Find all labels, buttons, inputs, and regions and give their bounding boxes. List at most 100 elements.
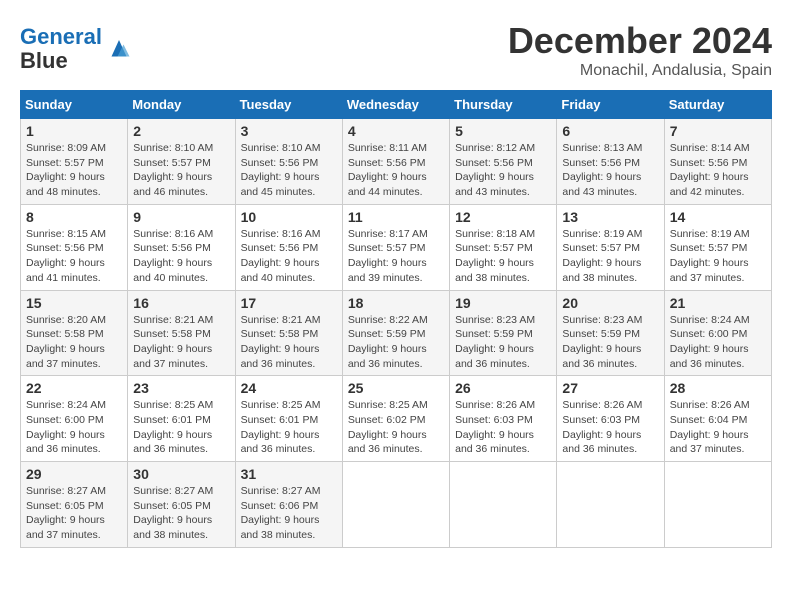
day-detail: Sunrise: 8:26 AMSunset: 6:04 PMDaylight:… (670, 399, 750, 455)
calendar-cell: 19 Sunrise: 8:23 AMSunset: 5:59 PMDaylig… (450, 290, 557, 376)
day-detail: Sunrise: 8:19 AMSunset: 5:57 PMDaylight:… (670, 228, 750, 284)
day-number: 15 (26, 295, 122, 311)
day-detail: Sunrise: 8:10 AMSunset: 5:56 PMDaylight:… (241, 142, 321, 198)
logo-text: GeneralBlue (20, 25, 102, 73)
day-number: 20 (562, 295, 658, 311)
day-number: 11 (348, 209, 444, 225)
day-number: 23 (133, 380, 229, 396)
day-number: 16 (133, 295, 229, 311)
day-number: 22 (26, 380, 122, 396)
day-detail: Sunrise: 8:17 AMSunset: 5:57 PMDaylight:… (348, 228, 428, 284)
calendar-cell: 6 Sunrise: 8:13 AMSunset: 5:56 PMDayligh… (557, 119, 664, 205)
day-detail: Sunrise: 8:24 AMSunset: 6:00 PMDaylight:… (26, 399, 106, 455)
day-detail: Sunrise: 8:16 AMSunset: 5:56 PMDaylight:… (133, 228, 213, 284)
day-number: 19 (455, 295, 551, 311)
column-header-friday: Friday (557, 91, 664, 119)
logo: GeneralBlue (20, 25, 134, 73)
calendar-cell: 16 Sunrise: 8:21 AMSunset: 5:58 PMDaylig… (128, 290, 235, 376)
day-number: 14 (670, 209, 766, 225)
calendar-cell: 30 Sunrise: 8:27 AMSunset: 6:05 PMDaylig… (128, 462, 235, 548)
day-number: 2 (133, 123, 229, 139)
day-detail: Sunrise: 8:09 AMSunset: 5:57 PMDaylight:… (26, 142, 106, 198)
calendar-cell: 11 Sunrise: 8:17 AMSunset: 5:57 PMDaylig… (342, 204, 449, 290)
calendar-cell (342, 462, 449, 548)
week-row-5: 29 Sunrise: 8:27 AMSunset: 6:05 PMDaylig… (21, 462, 772, 548)
calendar-cell: 5 Sunrise: 8:12 AMSunset: 5:56 PMDayligh… (450, 119, 557, 205)
week-row-1: 1 Sunrise: 8:09 AMSunset: 5:57 PMDayligh… (21, 119, 772, 205)
day-number: 31 (241, 466, 337, 482)
logo-icon (104, 34, 134, 64)
calendar-cell: 28 Sunrise: 8:26 AMSunset: 6:04 PMDaylig… (664, 376, 771, 462)
day-number: 5 (455, 123, 551, 139)
day-detail: Sunrise: 8:15 AMSunset: 5:56 PMDaylight:… (26, 228, 106, 284)
day-detail: Sunrise: 8:26 AMSunset: 6:03 PMDaylight:… (455, 399, 535, 455)
day-number: 28 (670, 380, 766, 396)
calendar-body: 1 Sunrise: 8:09 AMSunset: 5:57 PMDayligh… (21, 119, 772, 548)
column-header-thursday: Thursday (450, 91, 557, 119)
day-detail: Sunrise: 8:18 AMSunset: 5:57 PMDaylight:… (455, 228, 535, 284)
day-number: 21 (670, 295, 766, 311)
calendar-cell: 14 Sunrise: 8:19 AMSunset: 5:57 PMDaylig… (664, 204, 771, 290)
day-detail: Sunrise: 8:21 AMSunset: 5:58 PMDaylight:… (241, 314, 321, 370)
calendar-cell: 31 Sunrise: 8:27 AMSunset: 6:06 PMDaylig… (235, 462, 342, 548)
day-detail: Sunrise: 8:26 AMSunset: 6:03 PMDaylight:… (562, 399, 642, 455)
calendar-cell: 8 Sunrise: 8:15 AMSunset: 5:56 PMDayligh… (21, 204, 128, 290)
day-number: 25 (348, 380, 444, 396)
day-number: 29 (26, 466, 122, 482)
calendar-cell: 7 Sunrise: 8:14 AMSunset: 5:56 PMDayligh… (664, 119, 771, 205)
day-detail: Sunrise: 8:27 AMSunset: 6:05 PMDaylight:… (133, 485, 213, 541)
week-row-4: 22 Sunrise: 8:24 AMSunset: 6:00 PMDaylig… (21, 376, 772, 462)
day-detail: Sunrise: 8:12 AMSunset: 5:56 PMDaylight:… (455, 142, 535, 198)
calendar-cell: 13 Sunrise: 8:19 AMSunset: 5:57 PMDaylig… (557, 204, 664, 290)
day-detail: Sunrise: 8:27 AMSunset: 6:05 PMDaylight:… (26, 485, 106, 541)
day-detail: Sunrise: 8:23 AMSunset: 5:59 PMDaylight:… (455, 314, 535, 370)
day-number: 6 (562, 123, 658, 139)
day-detail: Sunrise: 8:19 AMSunset: 5:57 PMDaylight:… (562, 228, 642, 284)
day-detail: Sunrise: 8:24 AMSunset: 6:00 PMDaylight:… (670, 314, 750, 370)
day-detail: Sunrise: 8:25 AMSunset: 6:01 PMDaylight:… (241, 399, 321, 455)
day-number: 27 (562, 380, 658, 396)
calendar-cell: 15 Sunrise: 8:20 AMSunset: 5:58 PMDaylig… (21, 290, 128, 376)
day-number: 13 (562, 209, 658, 225)
day-number: 4 (348, 123, 444, 139)
day-number: 3 (241, 123, 337, 139)
calendar-cell: 20 Sunrise: 8:23 AMSunset: 5:59 PMDaylig… (557, 290, 664, 376)
week-row-3: 15 Sunrise: 8:20 AMSunset: 5:58 PMDaylig… (21, 290, 772, 376)
day-number: 8 (26, 209, 122, 225)
day-detail: Sunrise: 8:25 AMSunset: 6:02 PMDaylight:… (348, 399, 428, 455)
location-subtitle: Monachil, Andalusia, Spain (508, 62, 772, 80)
calendar-cell: 27 Sunrise: 8:26 AMSunset: 6:03 PMDaylig… (557, 376, 664, 462)
calendar-cell: 1 Sunrise: 8:09 AMSunset: 5:57 PMDayligh… (21, 119, 128, 205)
day-detail: Sunrise: 8:21 AMSunset: 5:58 PMDaylight:… (133, 314, 213, 370)
day-detail: Sunrise: 8:27 AMSunset: 6:06 PMDaylight:… (241, 485, 321, 541)
day-detail: Sunrise: 8:14 AMSunset: 5:56 PMDaylight:… (670, 142, 750, 198)
calendar-cell: 10 Sunrise: 8:16 AMSunset: 5:56 PMDaylig… (235, 204, 342, 290)
day-number: 30 (133, 466, 229, 482)
day-number: 9 (133, 209, 229, 225)
day-number: 26 (455, 380, 551, 396)
day-detail: Sunrise: 8:11 AMSunset: 5:56 PMDaylight:… (348, 142, 427, 198)
calendar-cell: 23 Sunrise: 8:25 AMSunset: 6:01 PMDaylig… (128, 376, 235, 462)
calendar-cell (664, 462, 771, 548)
day-detail: Sunrise: 8:16 AMSunset: 5:56 PMDaylight:… (241, 228, 321, 284)
month-title: December 2024 (508, 20, 772, 62)
calendar-cell (450, 462, 557, 548)
calendar-header-row: SundayMondayTuesdayWednesdayThursdayFrid… (21, 91, 772, 119)
week-row-2: 8 Sunrise: 8:15 AMSunset: 5:56 PMDayligh… (21, 204, 772, 290)
calendar-cell: 2 Sunrise: 8:10 AMSunset: 5:57 PMDayligh… (128, 119, 235, 205)
calendar-cell: 12 Sunrise: 8:18 AMSunset: 5:57 PMDaylig… (450, 204, 557, 290)
calendar-cell: 18 Sunrise: 8:22 AMSunset: 5:59 PMDaylig… (342, 290, 449, 376)
calendar-cell: 26 Sunrise: 8:26 AMSunset: 6:03 PMDaylig… (450, 376, 557, 462)
calendar-cell: 17 Sunrise: 8:21 AMSunset: 5:58 PMDaylig… (235, 290, 342, 376)
title-block: December 2024 Monachil, Andalusia, Spain (508, 20, 772, 80)
day-detail: Sunrise: 8:13 AMSunset: 5:56 PMDaylight:… (562, 142, 642, 198)
calendar-cell: 29 Sunrise: 8:27 AMSunset: 6:05 PMDaylig… (21, 462, 128, 548)
day-detail: Sunrise: 8:25 AMSunset: 6:01 PMDaylight:… (133, 399, 213, 455)
column-header-wednesday: Wednesday (342, 91, 449, 119)
day-detail: Sunrise: 8:22 AMSunset: 5:59 PMDaylight:… (348, 314, 428, 370)
day-number: 7 (670, 123, 766, 139)
calendar-cell: 22 Sunrise: 8:24 AMSunset: 6:00 PMDaylig… (21, 376, 128, 462)
day-number: 18 (348, 295, 444, 311)
column-header-sunday: Sunday (21, 91, 128, 119)
calendar-cell: 3 Sunrise: 8:10 AMSunset: 5:56 PMDayligh… (235, 119, 342, 205)
